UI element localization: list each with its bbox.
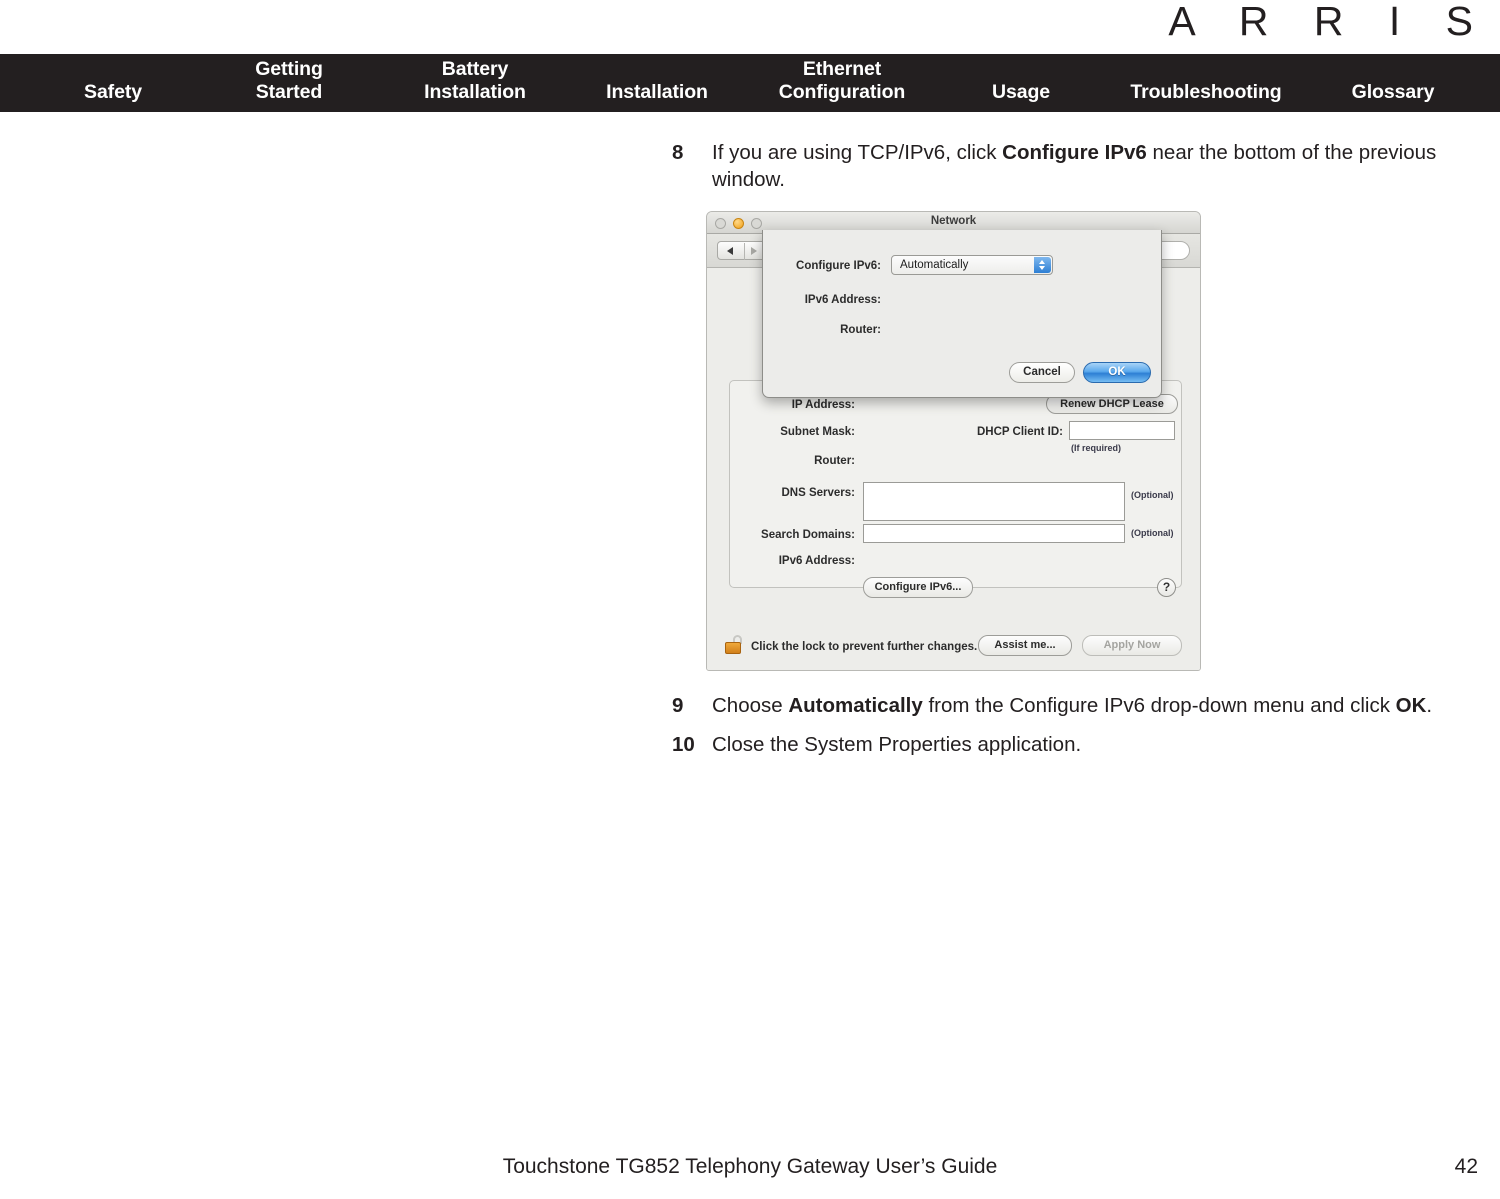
configure-ipv6-button[interactable]: Configure IPv6... (863, 577, 973, 598)
footer-page-number: 42 (1454, 1155, 1478, 1178)
step-number: 10 (672, 732, 695, 756)
page-content: 8 If you are using TCP/IPv6, click Confi… (672, 140, 1500, 770)
step-number: 9 (672, 694, 684, 717)
search-domains-label: Search Domains: (761, 529, 855, 541)
step-text-run: If you are using TCP/IPv6, click (712, 141, 1003, 164)
nav-item-safety[interactable]: Safety (28, 81, 198, 104)
configure-ipv6-select-value: Automatically (900, 259, 969, 271)
nav-item-getting-started[interactable]: Getting Started (200, 58, 378, 104)
step-text-emphasis: Configure IPv6 (1002, 141, 1147, 164)
step-text-run: Close the System Properties application. (712, 732, 1082, 756)
brand-header: A R R I S (0, 0, 1500, 54)
ipv6-address-label: IPv6 Address: (778, 555, 855, 567)
window-title: Network (930, 215, 977, 227)
sheet-configure-ipv6-label: Configure IPv6: (796, 260, 881, 272)
up-down-arrows-icon (1034, 257, 1051, 273)
subnet-mask-label: Subnet Mask: (780, 426, 855, 438)
ip-address-label: IP Address: (791, 399, 855, 411)
nav-item-usage[interactable]: Usage (942, 81, 1100, 104)
figure-network-ipv6-screenshot: Network IP Address: Renew DHCP Lease Sub… (706, 211, 1201, 671)
apply-now-button: Apply Now (1082, 635, 1182, 656)
section-nav-bar: Safety Getting Started Battery Installatio… (0, 54, 1500, 112)
dhcp-client-id-label: DHCP Client ID: (976, 426, 1063, 438)
search-domains-optional-note: (Optional) (1131, 528, 1174, 538)
back-arrow-icon[interactable] (727, 247, 733, 255)
step-number: 8 (672, 141, 684, 164)
step-text-run: from the Configure IPv6 drop-down menu a… (922, 694, 1396, 717)
dns-servers-optional-note: (Optional) (1131, 490, 1174, 500)
dns-servers-input[interactable] (863, 482, 1125, 521)
lock-hint-text: Click the lock to prevent further change… (751, 641, 978, 653)
step-text: Choose Automatically from the Configure … (712, 694, 1432, 717)
step-text: If you are using TCP/IPv6, click Configu… (712, 141, 1436, 191)
step-text-emphasis: OK (1395, 694, 1427, 717)
step-text-run: Choose (712, 694, 789, 717)
nav-item-battery-installation[interactable]: Battery Installation (380, 58, 570, 104)
nav-item-troubleshooting[interactable]: Troubleshooting (1102, 81, 1310, 104)
search-domains-input[interactable] (863, 524, 1125, 543)
cancel-button[interactable]: Cancel (1009, 362, 1075, 383)
mac-network-window: Network IP Address: Renew DHCP Lease Sub… (706, 211, 1201, 671)
step-item: 9 Choose Automatically from the Configur… (672, 693, 1500, 720)
step-item: 10 Close the System Properties applicati… (672, 732, 1500, 759)
footer-doc-title: Touchstone TG852 Telephony Gateway User’… (502, 1155, 998, 1178)
step-item: 8 If you are using TCP/IPv6, click Confi… (672, 140, 1500, 193)
nav-item-glossary[interactable]: Glossary (1312, 81, 1474, 104)
sheet-router-label: Router: (840, 324, 881, 336)
help-button[interactable]: ? (1157, 578, 1176, 597)
nav-item-ethernet-configuration[interactable]: Ethernet Configuration (744, 58, 940, 104)
step-text: Close the System Properties application. (712, 733, 1081, 756)
router-label: Router: (814, 455, 855, 467)
lock-icon[interactable] (725, 635, 742, 654)
configure-ipv6-sheet: Configure IPv6: Automatically IPv6 Addre… (762, 230, 1162, 398)
dhcp-client-id-input[interactable] (1069, 421, 1175, 440)
dns-servers-label: DNS Servers: (781, 487, 855, 499)
lock-body-icon (725, 642, 741, 654)
ok-button[interactable]: OK (1083, 362, 1151, 383)
forward-arrow-icon[interactable] (751, 247, 757, 255)
arris-logo: A R R I S (1168, 0, 1490, 44)
step-text-run: . (1426, 694, 1433, 717)
dhcp-client-id-hint: (If required) (1071, 443, 1122, 453)
nav-item-installation[interactable]: Installation (572, 81, 742, 104)
sheet-ipv6-address-label: IPv6 Address: (804, 294, 881, 306)
step-text-emphasis: Automatically (788, 694, 923, 717)
assist-me-button[interactable]: Assist me... (978, 635, 1072, 656)
page-footer: Touchstone TG852 Telephony Gateway User’… (0, 1155, 1500, 1185)
configure-ipv6-select[interactable]: Automatically (891, 255, 1053, 275)
